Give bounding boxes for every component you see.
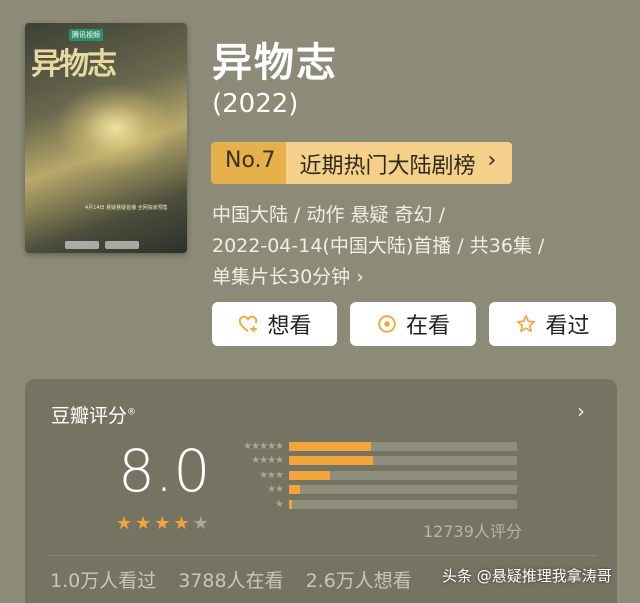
distribution-track: [289, 470, 517, 480]
distribution-track: [289, 441, 517, 451]
stat-watched[interactable]: 1.0万人看过: [50, 566, 156, 593]
registered-mark: ®: [127, 407, 137, 418]
watched-label: 看过: [545, 314, 590, 339]
rating-count: 12739人评分: [423, 522, 522, 541]
distribution-bar: [289, 441, 372, 451]
target-icon: [378, 315, 396, 333]
want-to-watch-label: 想看: [267, 314, 312, 339]
distribution-row: ★★★★★: [231, 439, 517, 454]
show-year: (2022): [212, 89, 299, 119]
rank-badge[interactable]: No.7 近期热门大陆剧榜 ›: [211, 142, 513, 184]
watched-button[interactable]: 看过: [489, 302, 616, 346]
rating-title: 豆瓣评分: [51, 405, 128, 427]
rating-distribution: ★★★★★ ★★★★ ★★★ ★★ ★: [231, 439, 517, 512]
distribution-bar: [289, 499, 293, 509]
distribution-bar: [289, 485, 301, 495]
distribution-bar: [289, 470, 331, 480]
star-filled-icon: ★: [173, 513, 190, 534]
distribution-track: [289, 456, 517, 466]
distribution-stars-label: ★★★: [259, 469, 284, 481]
heart-plus-icon: [239, 315, 258, 333]
meta-line-duration[interactable]: 单集片长30分钟 ›: [212, 262, 544, 293]
rank-label: 近期热门大陆剧榜: [299, 154, 476, 179]
distribution-track: [289, 499, 517, 509]
distribution-stars-label: ★★★★★: [243, 440, 284, 452]
poster-glow: [55, 83, 175, 173]
meta-line-region-genre: 中国大陆 / 动作 悬疑 奇幻 /: [212, 204, 446, 226]
poster-image[interactable]: 异物志 腾讯视频 4月14日 悬疑悬疑首播 全网独家预售: [25, 23, 187, 253]
watermark: 头条 @悬疑推理我拿涛哥: [442, 567, 612, 585]
distribution-stars-label: ★★: [267, 484, 284, 496]
chevron-right-icon[interactable]: ›: [577, 399, 585, 423]
chevron-right-icon: ›: [487, 148, 497, 173]
star-filled-icon: ★: [116, 513, 133, 534]
distribution-track: [289, 485, 517, 495]
divider: [47, 555, 597, 556]
star-empty-icon: ★: [192, 513, 209, 534]
poster-logo-youku: [105, 241, 139, 249]
show-title: 异物志: [212, 40, 338, 86]
poster-logo-tencent: [65, 241, 99, 249]
distribution-stars-label: ★: [275, 498, 284, 510]
stat-want[interactable]: 2.6万人想看: [306, 566, 412, 593]
rating-score: 8.0: [118, 437, 211, 505]
star-outline-icon: [517, 314, 536, 333]
distribution-row: ★★★: [231, 468, 517, 483]
distribution-row: ★★★★: [231, 454, 517, 469]
distribution-bar: [289, 456, 374, 466]
rank-number: No.7: [211, 142, 286, 184]
meta-line-premiere: 2022-04-14(中国大陆)首播 / 共36集 /: [212, 235, 545, 257]
poster-logos: [65, 241, 139, 249]
poster-badge: 腾讯视频: [69, 29, 103, 41]
star-filled-icon: ★: [135, 513, 152, 534]
watching-button[interactable]: 在看: [350, 302, 476, 346]
rank-label-wrap: 近期热门大陆剧榜 ›: [285, 142, 513, 184]
stat-watching[interactable]: 3788人在看: [178, 566, 283, 593]
rating-stars: ★ ★ ★ ★ ★: [116, 513, 209, 534]
show-meta: 中国大陆 / 动作 悬疑 奇幻 / 2022-04-14(中国大陆)首播 / 共…: [212, 200, 544, 293]
watching-label: 在看: [405, 314, 450, 339]
distribution-row: ★★: [231, 483, 517, 498]
distribution-stars-label: ★★★★: [251, 455, 284, 467]
audience-stats: 1.0万人看过 3788人在看 2.6万人想看: [50, 566, 412, 593]
rating-card-title: 豆瓣评分®: [51, 401, 136, 428]
poster-title: 异物志: [31, 47, 117, 82]
poster-premiere-text: 4月14日 悬疑悬疑首播 全网独家预售: [85, 205, 168, 211]
want-to-watch-button[interactable]: 想看: [212, 302, 337, 346]
star-filled-icon: ★: [154, 513, 171, 534]
distribution-row: ★: [231, 497, 517, 512]
